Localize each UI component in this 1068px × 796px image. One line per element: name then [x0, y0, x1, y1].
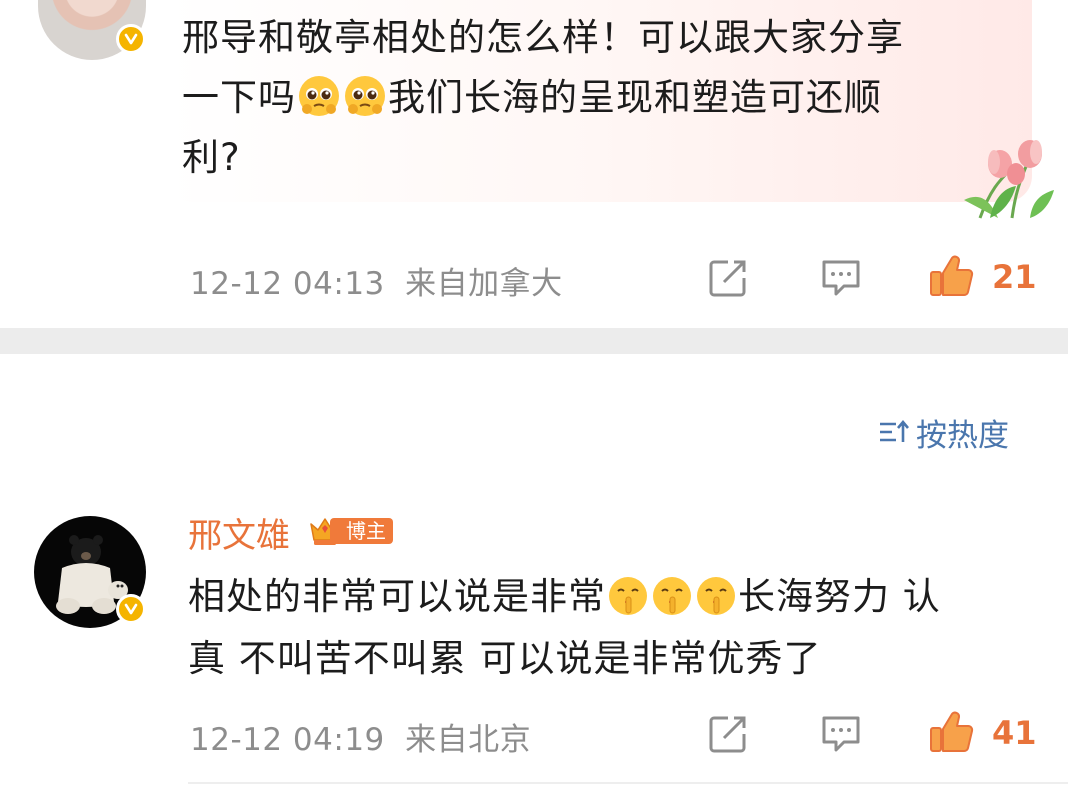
reply-text-line: 相处的非常可以说是非常 长海努力 认 — [188, 575, 941, 618]
shushing-face-emoji-icon — [697, 577, 735, 615]
reply-meta: 12-12 04:19 来自北京 — [190, 714, 531, 759]
blogger-badge: 博主 — [308, 514, 393, 548]
like-count: 21 — [992, 258, 1037, 296]
like-icon[interactable] — [928, 710, 974, 754]
pleading-face-emoji-icon — [345, 76, 385, 116]
pleading-face-emoji-icon — [299, 76, 339, 116]
reply-source: 来自北京 — [405, 722, 532, 758]
sort-label: 按热度 — [916, 417, 1009, 454]
comment-date: 12-12 04:13 — [190, 266, 385, 302]
comment-text: 邢导和敬亭相处的怎么样！可以跟大家分享 一下吗 我们长海的呈现和塑造可还顺 利? — [182, 8, 1022, 188]
verified-badge-icon — [116, 594, 146, 624]
like-icon[interactable] — [928, 254, 974, 298]
like-count: 41 — [992, 714, 1037, 752]
sort-by-hot-button[interactable]: 按热度 — [878, 412, 1009, 454]
comment-item: 邢导和敬亭相处的怎么样！可以跟大家分享 一下吗 我们长海的呈现和塑造可还顺 利?… — [0, 0, 1068, 328]
comment-meta: 12-12 04:13 来自加拿大 — [190, 258, 563, 303]
verified-badge-icon — [116, 24, 146, 54]
reply-icon[interactable] — [820, 714, 862, 754]
shushing-face-emoji-icon — [653, 577, 691, 615]
reply-text: 相处的非常可以说是非常 长海努力 认 真 不叫苦不叫累 可以说是非常优秀了 — [188, 566, 1048, 690]
author-name[interactable]: 邢文雄 — [188, 508, 290, 557]
comment-text-line: 利? — [182, 136, 241, 179]
share-icon[interactable] — [708, 258, 748, 298]
separator-line — [188, 782, 1068, 784]
share-icon[interactable] — [708, 714, 748, 754]
reply-date: 12-12 04:19 — [190, 722, 385, 758]
blogger-badge-label: 博主 — [330, 518, 393, 544]
comment-source: 来自加拿大 — [405, 266, 563, 302]
reply-icon[interactable] — [820, 258, 862, 298]
sort-icon — [880, 419, 909, 442]
section-divider — [0, 328, 1068, 354]
comment-text-line: 邢导和敬亭相处的怎么样！可以跟大家分享 — [182, 16, 904, 59]
reply-text-line: 真 不叫苦不叫累 可以说是非常优秀了 — [188, 637, 822, 680]
shushing-face-emoji-icon — [609, 577, 647, 615]
comment-text-line: 一下吗 我们长海的呈现和塑造可还顺 — [182, 76, 882, 119]
